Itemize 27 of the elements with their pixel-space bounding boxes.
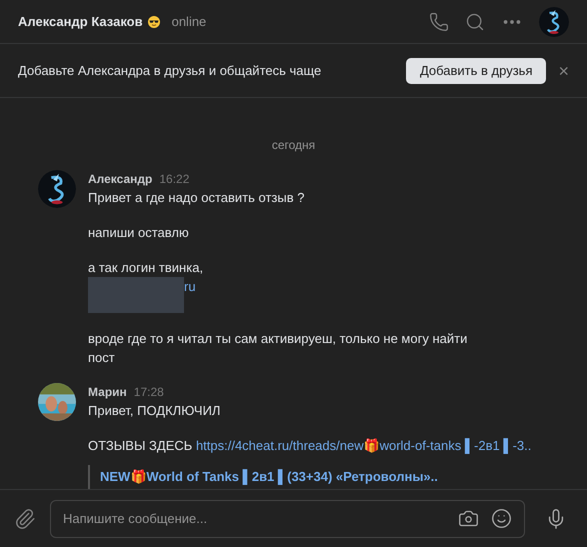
author-name[interactable]: Марин [88, 383, 127, 401]
thread-link[interactable]: https://4cheat.ru/threads/new🎁world-of-tanks ▌-2в1 ▌-3.. [196, 438, 532, 453]
sunglasses-face-icon [148, 16, 160, 28]
message-text: Привет а где надо оставить отзыв ? [88, 189, 306, 207]
message-time: 17:28 [134, 384, 164, 401]
phone-icon[interactable] [429, 12, 449, 32]
message-text: вроде где то я читал ты сам активируеш, только не могу найти пост [88, 330, 468, 367]
contact-name: Александр Казаков [18, 12, 143, 31]
message-text: ОТЗЫВЫ ЗДЕСЬ https://4cheat.ru/threads/new🎁world-of-tanks ▌-2в1 ▌-3.. [88, 437, 532, 455]
message-text: Привет, ПОДКЛЮЧИЛ [88, 402, 222, 420]
camera-icon[interactable] [458, 508, 479, 529]
search-icon[interactable] [465, 12, 485, 32]
banner-text: Добавьте Александра в друзья и общайтесь чаще [18, 62, 322, 80]
author-name[interactable]: Александр [88, 170, 152, 188]
date-separator: сегодня [272, 137, 316, 154]
message-time: 16:22 [159, 171, 190, 188]
smile-icon[interactable] [491, 508, 512, 529]
message-input-box[interactable]: Напишите сообщение... [50, 500, 525, 538]
message-input[interactable]: Напишите сообщение... [63, 508, 458, 528]
message-text: напиши оставлю [88, 224, 190, 242]
email-link[interactable]: ru [184, 277, 196, 296]
online-status: online [172, 12, 206, 31]
attach-icon[interactable] [14, 508, 36, 530]
message-text: а так логин твинка, [88, 259, 204, 277]
link-preview-title[interactable]: NEW🎁World of Tanks ▌2в1 ▌(33+34) «Ретроволны».. [100, 469, 438, 484]
close-button[interactable]: × [558, 62, 569, 80]
add-friend-button[interactable]: Добавить в друзья [406, 58, 546, 84]
